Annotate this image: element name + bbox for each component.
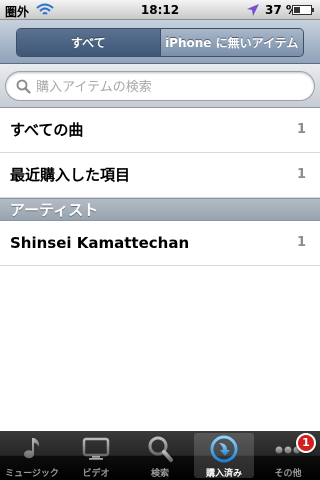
nav-bar: すべて iPhone に無いアイテム (0, 20, 320, 64)
tab-label: ミュージック (5, 469, 59, 479)
list-item-count: 1 (296, 167, 306, 182)
tab-label: ビデオ (82, 469, 110, 479)
list-item-all-songs[interactable]: すべての曲 1 (0, 108, 320, 153)
tab-label: 検索 (150, 469, 169, 479)
search-bar (0, 64, 320, 108)
music-note-icon (24, 438, 40, 459)
list-item-count: 1 (296, 122, 306, 137)
badge-count: 1 (296, 433, 316, 453)
search-input[interactable] (34, 75, 308, 99)
tab-label: 購入済み (205, 469, 242, 479)
tab-label: その他 (274, 469, 302, 479)
segment-all[interactable]: すべて (17, 29, 160, 56)
section-header-artists: アーティスト (0, 198, 320, 221)
search-icon (16, 79, 31, 94)
list-item-label: 最近購入した項目 (10, 166, 131, 184)
tab-music[interactable]: ミュージック (0, 431, 64, 480)
search-icon (148, 436, 173, 462)
status-bar: 圏外 18:12 37 % (0, 0, 320, 20)
list-item-label: すべての曲 (10, 121, 84, 139)
segmented-control: すべて iPhone に無いアイテム (16, 28, 304, 57)
tab-video[interactable]: ビデオ (64, 431, 128, 480)
purchased-list: すべての曲 1 最近購入した項目 1 アーティスト Shinsei Kamatt… (0, 108, 320, 266)
list-item-count: 1 (296, 235, 306, 250)
search-field[interactable] (5, 71, 315, 101)
list-item-label: Shinsei Kamattechan (10, 234, 190, 252)
segment-not-on-iphone[interactable]: iPhone に無いアイテム (159, 29, 303, 56)
download-icon (210, 435, 238, 463)
list-item-recently-purchased[interactable]: 最近購入した項目 1 (0, 153, 320, 198)
tab-bar: ミュージック ビデオ 検索 購入済み 1 その他 (0, 431, 320, 480)
tab-purchased[interactable]: 購入済み (192, 431, 256, 480)
tv-icon (82, 437, 110, 460)
battery-icon (292, 5, 314, 15)
tab-more[interactable]: 1 その他 (256, 431, 320, 480)
location-arrow-icon (247, 4, 259, 16)
list-item-artist[interactable]: Shinsei Kamattechan 1 (0, 221, 320, 266)
tab-search[interactable]: 検索 (128, 431, 192, 480)
